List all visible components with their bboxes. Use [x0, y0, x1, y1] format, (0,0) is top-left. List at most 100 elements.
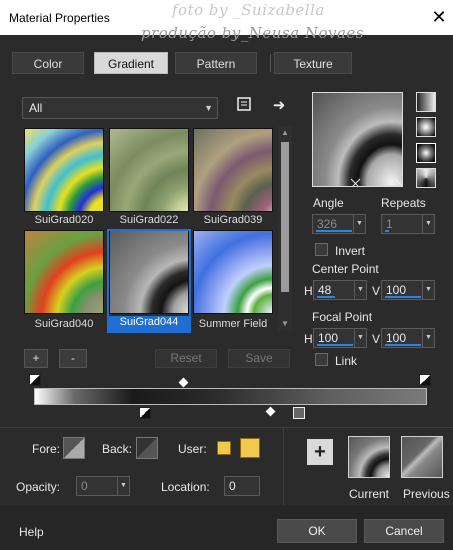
angle-label: Angle	[313, 196, 344, 210]
gradient-thumbnail	[109, 128, 189, 212]
fore-color-box[interactable]	[63, 437, 85, 459]
opacity-label: Opacity:	[16, 480, 61, 494]
link-label: Link	[335, 354, 358, 368]
close-icon[interactable]: ✕	[428, 6, 450, 28]
center-h-slider-fill	[317, 296, 335, 298]
watermark-line2: produção by_Neusa Novaes	[141, 24, 365, 42]
gradient-thumbnail	[193, 128, 273, 212]
tab-gradient[interactable]: Gradient	[94, 52, 168, 74]
gradient-swatch[interactable]	[24, 128, 104, 212]
tab-texture[interactable]: Texture	[274, 52, 352, 74]
gradient-swatch[interactable]	[193, 230, 273, 314]
window-title: Material Properties	[9, 11, 110, 25]
color-stop-marker[interactable]	[293, 407, 305, 419]
user-color-swatch[interactable]	[240, 438, 260, 458]
center-v-input[interactable]: 100 ▼	[381, 280, 435, 300]
color-stop-marker[interactable]	[139, 407, 151, 419]
focal-h-dropdown-icon[interactable]: ▼	[354, 329, 366, 347]
swatch-label: SuiGrad039	[203, 214, 263, 226]
opacity-midpoint-marker[interactable]	[178, 377, 189, 388]
tab-separator	[270, 54, 271, 72]
scrollbar-thumb[interactable]	[281, 142, 289, 292]
focal-v-input[interactable]: 100 ▼	[381, 328, 435, 348]
preset-category-select[interactable]: All ▼	[22, 97, 218, 119]
repeats-input[interactable]: 1 ▼	[381, 214, 435, 234]
current-preview[interactable]	[348, 436, 390, 478]
focal-v-value: 100	[386, 331, 407, 345]
ok-button[interactable]: OK	[277, 519, 357, 543]
focal-h-slider-fill	[317, 344, 353, 346]
linear-type-icon[interactable]	[416, 92, 436, 112]
center-v-dropdown-icon[interactable]: ▼	[422, 281, 434, 299]
swatch-label-selected: SuiGrad044	[109, 316, 189, 331]
save-preset-button[interactable]: Save	[228, 349, 290, 368]
focal-h-input[interactable]: 100 ▼	[313, 328, 367, 348]
back-color-box[interactable]	[136, 437, 158, 459]
angle-value: 326	[317, 217, 338, 231]
center-h-label: H	[304, 284, 313, 298]
scroll-up-icon[interactable]: ▲	[279, 127, 291, 139]
center-v-label: V	[372, 284, 381, 298]
center-point-label: Center Point	[312, 262, 379, 276]
opacity-stop-marker[interactable]	[29, 374, 41, 386]
invert-checkbox[interactable]	[315, 243, 328, 256]
swatch-scrollbar[interactable]: ▲ ▼	[278, 126, 292, 331]
angle-dropdown-icon[interactable]: ▼	[353, 215, 365, 233]
sunburst-type-icon[interactable]	[416, 168, 436, 188]
gradient-swatch[interactable]	[109, 128, 189, 212]
arrow-right-icon[interactable]: ➜	[269, 96, 289, 116]
repeats-slider-fill	[385, 230, 389, 232]
back-label: Back:	[102, 442, 133, 456]
location-value: 0	[229, 479, 236, 493]
repeats-dropdown-icon[interactable]: ▼	[422, 215, 434, 233]
help-link[interactable]: Help	[19, 525, 44, 539]
focal-v-slider-fill	[385, 344, 421, 346]
center-v-slider-fill	[385, 296, 421, 298]
opacity-input[interactable]: 0 ▼	[76, 476, 130, 496]
library-icon[interactable]	[234, 96, 254, 116]
previous-label: Previous	[403, 487, 450, 501]
focal-point-label: Focal Point	[312, 310, 373, 324]
previous-preview[interactable]	[401, 436, 443, 478]
gradient-swatch[interactable]	[193, 128, 273, 212]
repeats-value: 1	[386, 217, 393, 231]
location-label: Location:	[161, 480, 210, 494]
tab-pattern[interactable]: Pattern	[175, 52, 257, 74]
opacity-dropdown-icon[interactable]: ▼	[117, 477, 129, 495]
color-midpoint-marker[interactable]	[265, 406, 276, 417]
center-h-value: 48	[318, 283, 332, 297]
scroll-down-icon[interactable]: ▼	[279, 318, 291, 330]
invert-label: Invert	[335, 244, 366, 258]
focal-v-dropdown-icon[interactable]: ▼	[422, 329, 434, 347]
preset-category-value: All	[29, 101, 43, 115]
rectangular-type-icon[interactable]	[416, 117, 436, 137]
focal-h-label: H	[304, 332, 313, 346]
user-color-box[interactable]	[217, 441, 231, 455]
gradient-editor-bar[interactable]	[34, 388, 427, 405]
swatch-label: Summer Field	[198, 318, 268, 330]
cancel-button[interactable]: Cancel	[364, 519, 444, 543]
reset-button[interactable]: Reset	[155, 349, 217, 368]
center-h-input[interactable]: 48 ▼	[313, 280, 367, 300]
gradient-thumbnail	[193, 230, 273, 314]
swatch-label: SuiGrad022	[119, 214, 179, 226]
link-checkbox[interactable]	[315, 353, 328, 366]
gradient-thumbnail	[24, 128, 104, 212]
swatch-label: SuiGrad040	[34, 318, 94, 330]
tab-color[interactable]: Color	[12, 52, 84, 74]
focal-v-label: V	[372, 332, 381, 346]
angle-input[interactable]: 326 ▼	[312, 214, 366, 234]
add-preset-button[interactable]: +	[24, 349, 48, 368]
radial-type-icon[interactable]	[416, 143, 436, 163]
repeats-label: Repeats	[381, 196, 426, 210]
user-label: User:	[178, 442, 207, 456]
divider	[0, 427, 453, 428]
gradient-preview[interactable]	[312, 92, 403, 187]
center-h-dropdown-icon[interactable]: ▼	[354, 281, 366, 299]
remove-preset-button[interactable]: -	[59, 349, 87, 368]
gradient-swatch[interactable]	[24, 230, 104, 314]
opacity-stop-marker[interactable]	[419, 374, 431, 386]
location-input[interactable]: 0	[224, 476, 260, 496]
add-to-swatches-button[interactable]: +	[307, 439, 333, 465]
center-v-value: 100	[386, 283, 407, 297]
